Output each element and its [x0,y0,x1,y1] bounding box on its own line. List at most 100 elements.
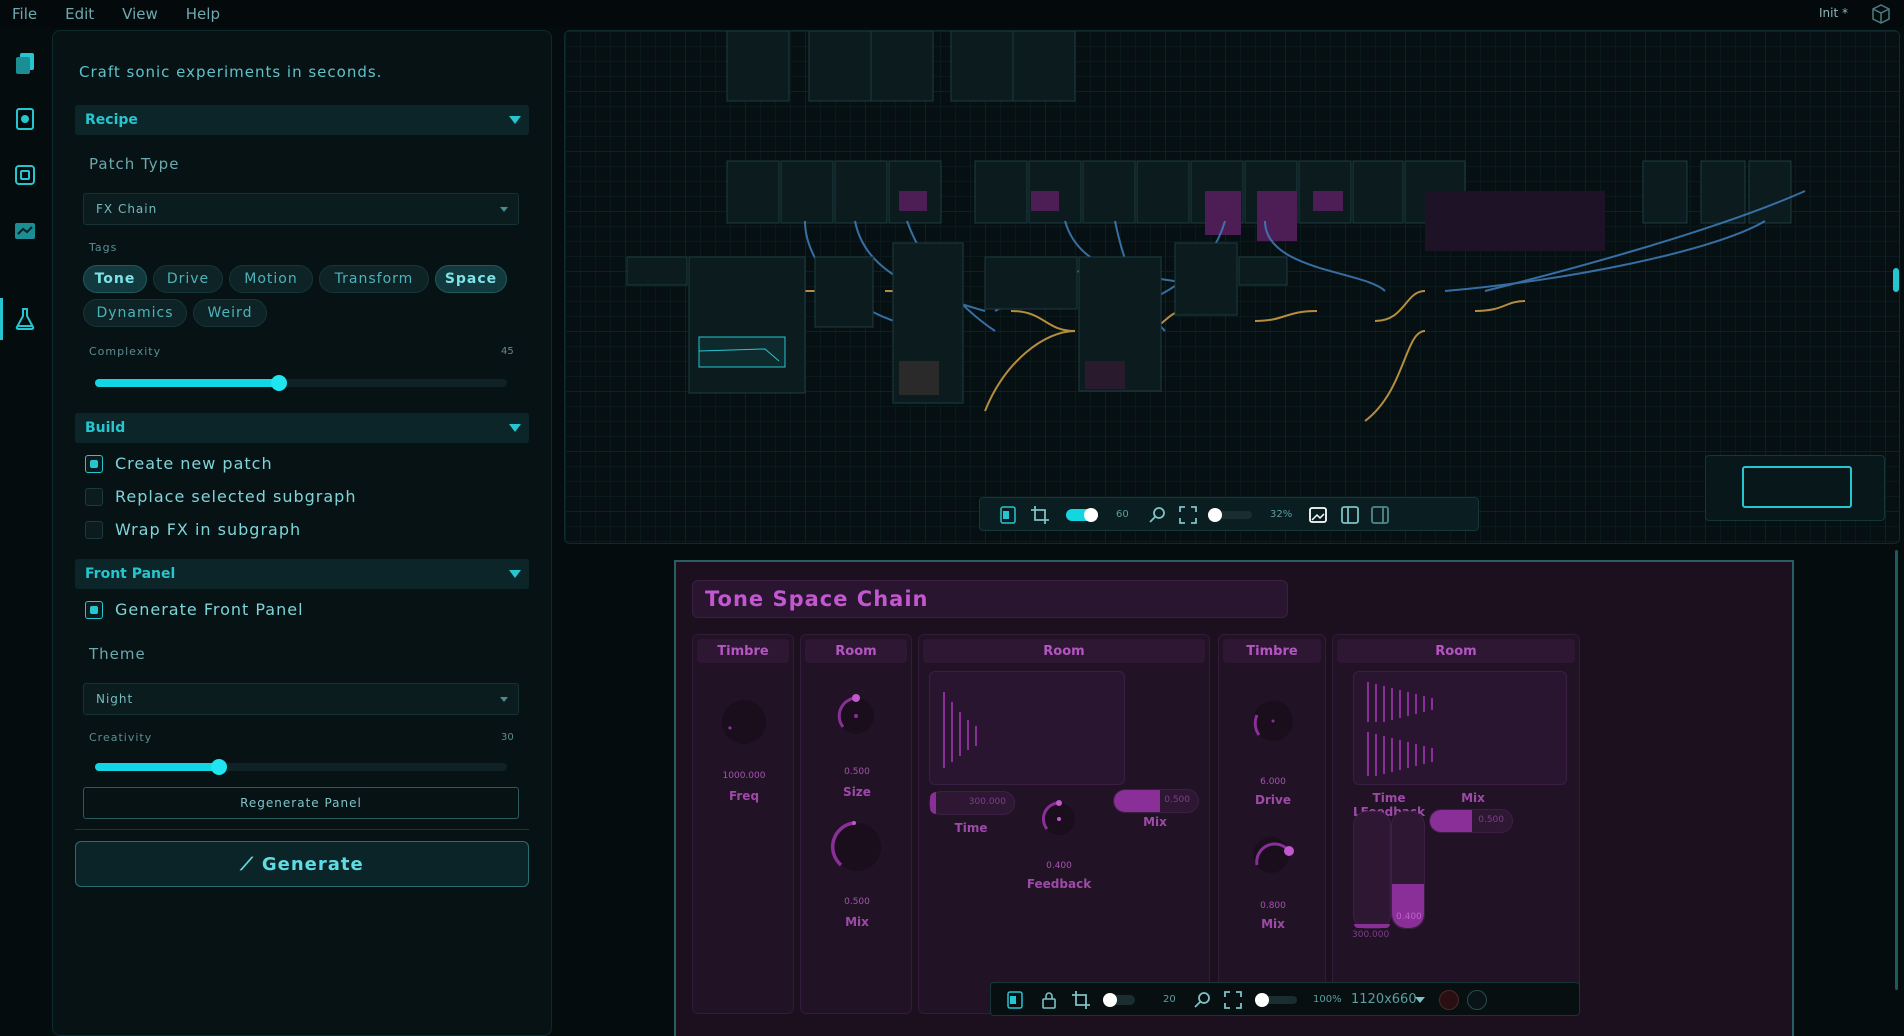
menu-view[interactable]: View [122,5,158,23]
graph-scrollbar[interactable] [1893,268,1899,292]
tagline: Craft sonic experiments in seconds. [79,63,383,81]
fit-view-icon[interactable] [1223,990,1243,1010]
regenerate-panel-button[interactable]: Regenerate Panel [83,787,519,819]
creativity-slider[interactable] [95,759,507,775]
drive-knob[interactable] [1247,695,1299,747]
reverb-time-slider[interactable]: 300.000 [1352,811,1391,940]
sidebar-right-icon[interactable] [1370,505,1390,525]
generate-button[interactable]: ⟋ Generate [75,841,529,887]
mix-label: Mix [845,915,869,929]
group-room-2: Room 300.000 Time 0.400 Feedback 0.500 M… [918,634,1210,1014]
document-icon[interactable] [10,104,40,134]
tag-chip-space[interactable]: Space [435,265,507,293]
replace-subgraph-label: Replace selected subgraph [115,487,357,506]
minimap-viewport[interactable] [1742,466,1852,508]
size-knob[interactable] [831,691,881,741]
crop-icon[interactable] [1071,990,1091,1010]
delay-mix-label: Mix [1143,815,1167,829]
panel-zoom-slider[interactable] [1255,993,1297,1007]
delay-mix-slider[interactable]: 0.500 [1113,789,1199,813]
search-icon[interactable] [1193,990,1213,1010]
collapse-arrow-icon [509,424,521,432]
graph-minimap[interactable] [1705,455,1885,521]
theme-select[interactable]: Night [83,683,519,715]
reverb-mix-value: 0.500 [1478,815,1504,825]
color-swatch-red[interactable] [1439,990,1459,1010]
grid-toggle[interactable] [1103,993,1135,1007]
zoom-slider[interactable] [1208,508,1252,522]
create-new-patch-checkbox[interactable] [85,455,103,473]
creativity-slider-handle[interactable] [211,759,227,775]
chevron-down-icon[interactable] [1415,997,1425,1003]
complexity-slider-handle[interactable] [271,375,287,391]
group-room-3: Room Time LFeedback Mix 300.000 0.400 0.… [1332,634,1580,1014]
create-new-patch-label: Create new patch [115,454,273,473]
generate-front-panel-checkbox[interactable] [85,601,103,619]
image-icon[interactable] [1308,505,1328,525]
generate-front-panel-label: Generate Front Panel [115,600,304,619]
time-slider[interactable]: 300.000 [929,791,1015,815]
complexity-slider-fill [95,379,279,387]
reverb-time-value: 300.000 [1352,930,1390,940]
copy-icon[interactable] [10,48,40,78]
group-header: Room [1337,639,1575,663]
freq-label: Freq [728,789,760,803]
delay-taps-graphic [943,692,977,768]
patch-graph-canvas[interactable]: 60 32% [564,30,1900,544]
crop-icon[interactable] [1030,505,1050,525]
tag-chip-tone[interactable]: Tone [83,265,147,293]
divider [75,829,529,830]
build-section-header[interactable]: Build [75,413,529,443]
panel-toggle-icon[interactable] [1005,990,1025,1010]
panel-icon[interactable] [10,216,40,246]
reverb-feedback-slider[interactable]: 0.400 [1391,811,1425,929]
tag-chip-motion[interactable]: Motion [229,265,313,293]
menu-help[interactable]: Help [186,5,220,23]
group-header: Room [923,639,1205,663]
flask-icon[interactable] [10,304,40,334]
drive-mix-value: 0.800 [1260,901,1286,911]
preset-name[interactable]: Init * [1819,6,1848,20]
recipe-section-header[interactable]: Recipe [75,105,529,135]
lock-icon[interactable] [1039,990,1059,1010]
split-view-icon[interactable] [1340,505,1360,525]
snap-toggle[interactable] [1066,508,1098,522]
fit-view-icon[interactable] [1178,505,1198,525]
panel-toggle-icon[interactable] [998,505,1018,525]
cube-icon[interactable] [1870,3,1892,25]
reverb-display [1353,671,1567,785]
tag-chip-transform[interactable]: Transform [319,265,429,293]
mix-knob[interactable] [827,817,887,877]
group-header: Timbre [697,639,789,663]
wrap-fx-checkbox[interactable] [85,521,103,539]
feedback-knob[interactable] [1039,799,1079,839]
front-panel-section-header[interactable]: Front Panel [75,559,529,589]
drive-mix-knob[interactable] [1249,831,1297,879]
delay-display [929,671,1125,785]
grid-size-value: 60 [1116,509,1129,520]
menu-edit[interactable]: Edit [65,5,94,23]
patch-type-select[interactable]: FX Chain [83,193,519,225]
reverb-mix-slider[interactable]: 0.500 [1429,809,1513,833]
generator-panel: Craft sonic experiments in seconds. Reci… [52,30,552,1036]
reverb-feedback-value: 0.400 [1396,912,1422,922]
panel-zoom-handle[interactable] [1255,993,1269,1007]
subgraph-icon[interactable] [10,160,40,190]
panel-size-select[interactable]: 1120x660 [1351,992,1417,1007]
mix-value: 0.500 [844,897,870,907]
tag-chip-drive[interactable]: Drive [153,265,223,293]
color-swatch-dark[interactable] [1467,990,1487,1010]
search-icon[interactable] [1148,505,1168,525]
tag-chip-dynamics[interactable]: Dynamics [83,299,187,327]
grid-toggle-knob [1103,993,1117,1007]
zoom-slider-handle[interactable] [1208,508,1222,522]
replace-subgraph-checkbox[interactable] [85,488,103,506]
tag-chip-weird[interactable]: Weird [193,299,267,327]
freq-knob[interactable] [719,697,769,747]
patch-graph-drawing [626,31,1806,422]
drive-label: Drive [1255,793,1291,807]
panel-scrollbar[interactable] [1895,550,1898,990]
menu-file[interactable]: File [12,5,37,23]
complexity-slider[interactable] [95,375,507,391]
recipe-header-label: Recipe [85,112,138,128]
